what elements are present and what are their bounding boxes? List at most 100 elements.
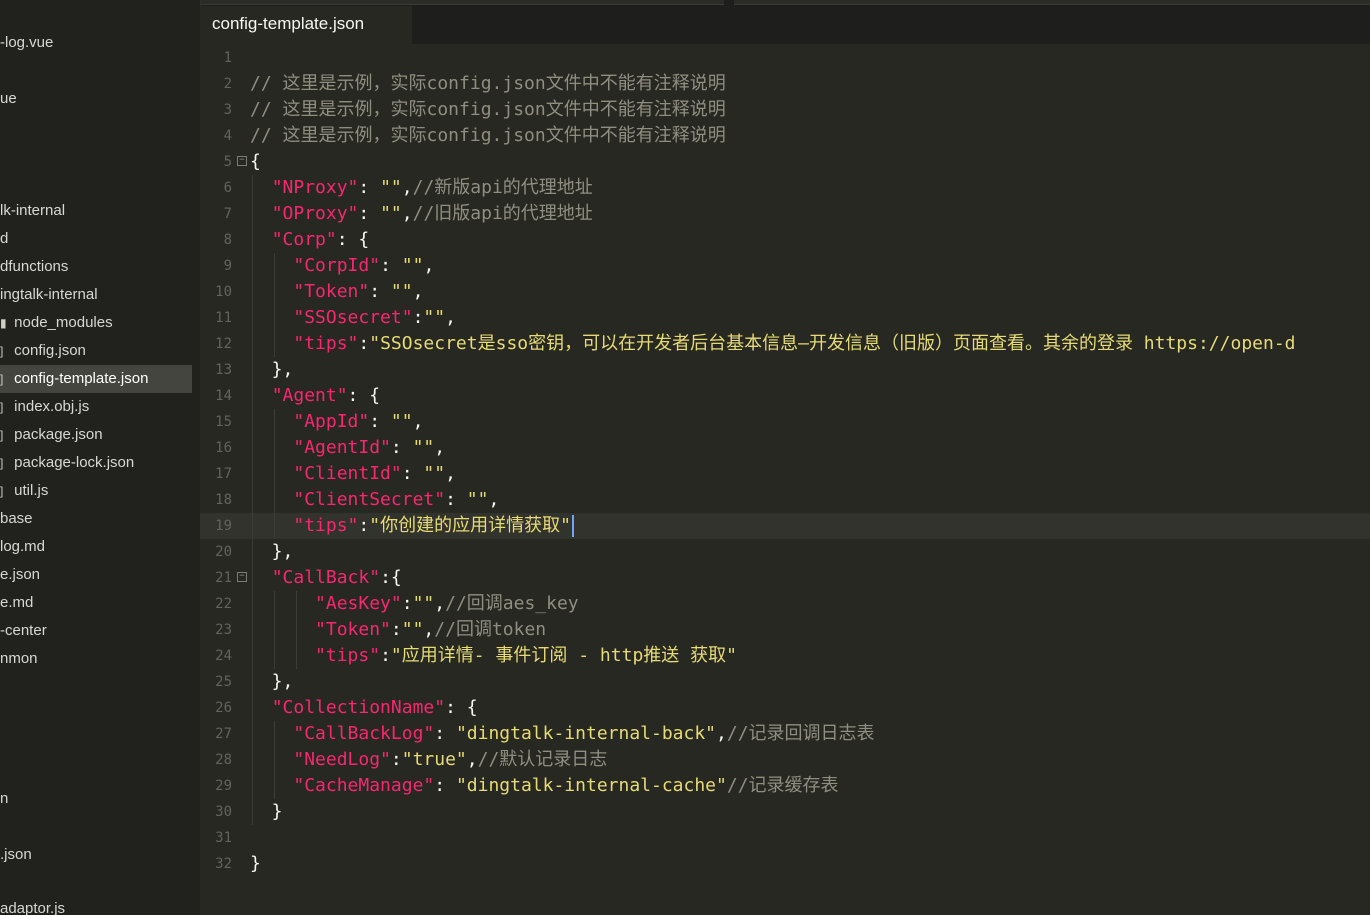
code-line[interactable]: 10 "Token": "", bbox=[200, 279, 1370, 305]
tab-config-template-json[interactable]: config-template.json bbox=[200, 6, 412, 44]
code-line[interactable]: 28 "NeedLog":"true",//默认记录日志 bbox=[200, 747, 1370, 773]
indent-guide bbox=[296, 591, 297, 669]
code-line[interactable]: 26 "CollectionName": { bbox=[200, 695, 1370, 721]
code-line[interactable]: 5−{ bbox=[200, 149, 1370, 175]
code-line[interactable]: 1 bbox=[200, 45, 1370, 71]
code-line[interactable]: 31 bbox=[200, 825, 1370, 851]
code-line[interactable]: 6 "NProxy": "",//新版api的代理地址 bbox=[200, 175, 1370, 201]
sidebar-item[interactable]: lk-internal bbox=[0, 197, 192, 225]
code-text: "CacheManage": "dingtalk-internal-cache"… bbox=[250, 773, 838, 799]
code-line[interactable]: 19 "tips":"你创建的应用详情获取" bbox=[200, 513, 1370, 539]
sidebar-item[interactable]: base bbox=[0, 505, 192, 533]
code-token: : bbox=[390, 437, 413, 458]
sidebar-item[interactable]: -center bbox=[0, 617, 192, 645]
line-number: 21 bbox=[215, 570, 232, 586]
sidebar-item[interactable]: .json bbox=[0, 841, 192, 869]
background-tab[interactable] bbox=[734, 0, 1370, 5]
sidebar-item[interactable]: dfunctions bbox=[0, 253, 192, 281]
code-token: "SSOsecret" bbox=[293, 307, 413, 328]
code-editor[interactable]: 1 2// 这里是示例，实际config.json文件中不能有注释说明 3// 这里… bbox=[200, 44, 1370, 915]
code-token: : bbox=[445, 489, 467, 510]
code-line[interactable]: 9 "CorpId": "", bbox=[200, 253, 1370, 279]
sidebar-item[interactable]: d bbox=[0, 225, 192, 253]
sidebar-item[interactable]: ingtalk-internal bbox=[0, 281, 192, 309]
sidebar-item[interactable]: ▮ node_modules bbox=[0, 309, 192, 337]
code-line[interactable]: 3 // 这里是示例，实际config.json文件中不能有注释说明 bbox=[200, 97, 1370, 123]
indent-guide bbox=[274, 591, 275, 669]
code-line[interactable]: 27 "CallBackLog": "dingtalk-internal-bac… bbox=[200, 721, 1370, 747]
sidebar-item-label: config-template.json bbox=[14, 370, 149, 387]
line-number: 10 bbox=[215, 284, 232, 300]
code-line[interactable]: 20 }, bbox=[200, 539, 1370, 565]
code-token: , bbox=[434, 593, 446, 614]
sidebar-item[interactable]: ] config-template.json bbox=[0, 365, 192, 393]
code-line[interactable]: 11 "SSOsecret":"", bbox=[200, 305, 1370, 331]
fold-toggle-icon[interactable]: − bbox=[237, 572, 247, 582]
code-line[interactable]: 32} bbox=[200, 851, 1370, 877]
code-text: "NProxy": "",//新版api的代理地址 bbox=[250, 175, 593, 201]
code-token: "" bbox=[390, 281, 413, 302]
code-token: "ClientSecret" bbox=[293, 489, 446, 510]
code-token: : bbox=[434, 775, 456, 796]
code-line[interactable]: 15 "AppId": "", bbox=[200, 409, 1370, 435]
code-text: "Token":"",//回调token bbox=[250, 617, 546, 643]
sidebar-item[interactable]: -log.vue bbox=[0, 29, 192, 57]
code-token: "AppId" bbox=[293, 411, 370, 432]
code-line[interactable]: 18 "ClientSecret": "", bbox=[200, 487, 1370, 513]
code-text: "Token": "", bbox=[250, 279, 423, 305]
sidebar-item[interactable]: adaptor.js bbox=[0, 895, 192, 915]
code-line[interactable]: 4 // 这里是示例，实际config.json文件中不能有注释说明 bbox=[200, 123, 1370, 149]
code-line[interactable]: 30 } bbox=[200, 799, 1370, 825]
code-token: "dingtalk-internal-cache" bbox=[455, 775, 727, 796]
indent-guide bbox=[274, 409, 275, 539]
sidebar-item[interactable]: log.md bbox=[0, 533, 192, 561]
code-line[interactable]: 13 }, bbox=[200, 357, 1370, 383]
sidebar-item[interactable]: ue bbox=[0, 85, 192, 113]
sidebar-item[interactable]: ] package-lock.json bbox=[0, 449, 192, 477]
code-line[interactable]: 16 "AgentId": "", bbox=[200, 435, 1370, 461]
sidebar-item[interactable]: e.json bbox=[0, 561, 192, 589]
code-line[interactable]: 23 "Token":"",//回调token bbox=[200, 617, 1370, 643]
code-token: "" bbox=[466, 489, 489, 510]
code-token: "AesKey" bbox=[315, 593, 402, 614]
code-token: //回调aes_key bbox=[445, 593, 579, 614]
text-caret bbox=[571, 515, 574, 537]
sidebar-item[interactable]: e.md bbox=[0, 589, 192, 617]
code-token: , bbox=[412, 411, 424, 432]
code-text: "AppId": "", bbox=[250, 409, 423, 435]
sidebar-item[interactable]: n bbox=[0, 785, 192, 813]
code-text: "AesKey":"",//回调aes_key bbox=[250, 591, 579, 617]
code-token: : bbox=[380, 645, 391, 666]
sidebar-item[interactable]: ] package.json bbox=[0, 421, 192, 449]
code-token: : bbox=[369, 411, 391, 432]
line-number: 30 bbox=[215, 804, 232, 820]
code-line[interactable]: 21− "CallBack":{ bbox=[200, 565, 1370, 591]
sidebar-item[interactable]: ] util.js bbox=[0, 477, 192, 505]
code-line[interactable]: 14 "Agent": { bbox=[200, 383, 1370, 409]
fold-toggle-icon[interactable]: − bbox=[237, 156, 247, 166]
code-line[interactable]: 24 "tips":"应用详情- 事件订阅 - http推送 获取" bbox=[200, 643, 1370, 669]
code-line[interactable]: 29 "CacheManage": "dingtalk-internal-cac… bbox=[200, 773, 1370, 799]
sidebar-item[interactable]: ] index.obj.js bbox=[0, 393, 192, 421]
code-line[interactable]: 25 }, bbox=[200, 669, 1370, 695]
code-line[interactable]: 22 "AesKey":"",//回调aes_key bbox=[200, 591, 1370, 617]
code-token: }, bbox=[250, 359, 294, 380]
code-line[interactable]: 17 "ClientId": "", bbox=[200, 461, 1370, 487]
code-token: : bbox=[401, 463, 424, 484]
line-number: 18 bbox=[215, 492, 232, 508]
code-line[interactable]: 7 "OProxy": "",//旧版api的代理地址 bbox=[200, 201, 1370, 227]
code-text: // 这里是示例，实际config.json文件中不能有注释说明 bbox=[250, 97, 726, 123]
sidebar-item[interactable]: ] config.json bbox=[0, 337, 192, 365]
code-line[interactable]: 12 "tips":"SSOsecret是sso密钥，可以在开发者后台基本信息—… bbox=[200, 331, 1370, 357]
line-number: 15 bbox=[215, 414, 232, 430]
sidebar-item[interactable]: nmon bbox=[0, 645, 192, 673]
code-line[interactable]: 2 // 这里是示例，实际config.json文件中不能有注释说明 bbox=[200, 71, 1370, 97]
code-line[interactable]: 8 "Corp": { bbox=[200, 227, 1370, 253]
